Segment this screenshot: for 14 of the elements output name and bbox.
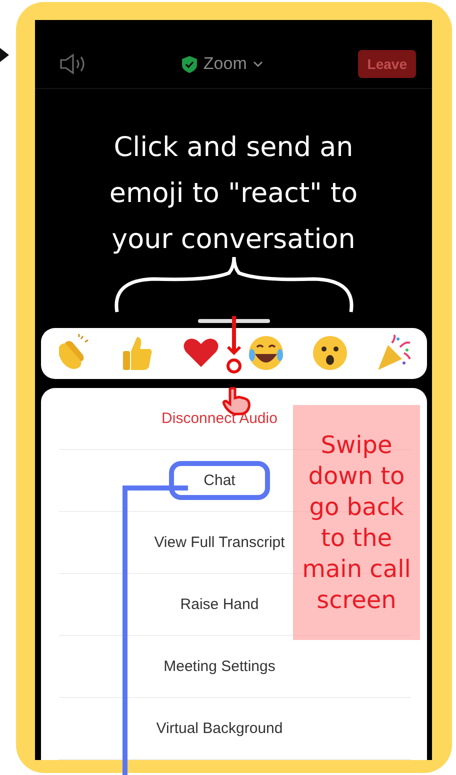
annotation-heading: Click and send an emoji to "react" to your conversation xyxy=(108,131,359,258)
speaker-icon[interactable] xyxy=(59,53,87,76)
menu-item[interactable]: Virtual Background xyxy=(156,720,283,737)
menu-item[interactable]: View Full Transcript xyxy=(154,534,285,551)
meeting-title[interactable]: Zoom xyxy=(203,54,247,74)
drag-handle[interactable] xyxy=(198,319,270,322)
menu-item[interactable]: Chat xyxy=(168,461,270,500)
menu-item[interactable]: Raise Hand xyxy=(180,596,259,613)
menu-item[interactable]: Disconnect Audio xyxy=(162,410,278,427)
swipe-note: Swipe down to go back to the main call screen xyxy=(293,405,420,640)
arrow-icon xyxy=(0,48,9,62)
chevron-down-icon[interactable] xyxy=(252,60,263,68)
shield-icon xyxy=(182,56,198,73)
menu-item[interactable]: Meeting Settings xyxy=(164,658,276,675)
